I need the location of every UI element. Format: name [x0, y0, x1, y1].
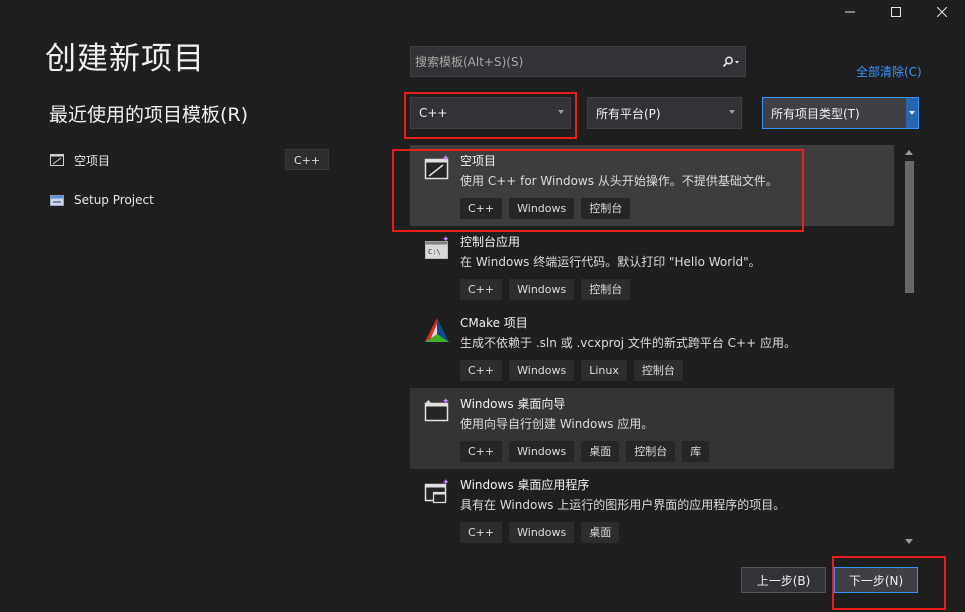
template-tag: 桌面: [581, 522, 620, 543]
project-type-filter-dropdown[interactable]: 所有项目类型(T): [762, 97, 919, 129]
console-app-icon: C:\ ✦: [423, 235, 451, 263]
svg-text:✦: ✦: [442, 154, 450, 164]
recent-item-label: Setup Project: [74, 193, 154, 207]
template-tag: 控制台: [581, 198, 631, 219]
template-name: Windows 桌面应用程序: [460, 478, 590, 492]
recent-item-label: 空项目: [74, 153, 111, 168]
template-tag: C++: [460, 360, 503, 381]
search-input[interactable]: [411, 54, 717, 69]
search-icon: [722, 56, 739, 67]
empty-project-icon: [49, 152, 65, 168]
clear-all-link[interactable]: 全部清除(C): [856, 63, 922, 80]
setup-project-icon: [49, 192, 65, 208]
svg-text:✦: ✦: [442, 397, 450, 407]
next-button[interactable]: 下一步(N): [834, 567, 918, 593]
chevron-down-icon: [729, 110, 735, 114]
language-filter-value: C++: [419, 106, 448, 120]
scroll-up-icon[interactable]: [905, 150, 913, 155]
template-tag: Linux: [581, 360, 627, 381]
template-tag: C++: [460, 279, 503, 300]
minimize-button[interactable]: [827, 0, 873, 24]
minimize-icon: [845, 11, 855, 13]
recent-item-tag: C++: [285, 149, 330, 170]
template-name: 控制台应用: [460, 235, 521, 249]
empty-project-icon: ✦: [423, 154, 451, 182]
project-type-filter-value: 所有项目类型(T): [771, 106, 860, 121]
template-item-desktop-wizard[interactable]: ✦ ✦ Windows 桌面向导 使用向导自行创建 Windows 应用。 C++…: [410, 388, 894, 469]
template-description: 具有在 Windows 上运行的图形用户界面的应用程序的项目。: [460, 498, 786, 512]
scrollbar-thumb[interactable]: [905, 161, 914, 293]
maximize-button[interactable]: [873, 0, 919, 24]
template-name: 空项目: [460, 154, 497, 168]
svg-text:✦: ✦: [425, 398, 432, 407]
template-description: 在 Windows 终端运行代码。默认打印 "Hello World"。: [460, 255, 761, 269]
template-item-empty-project[interactable]: ✦ 空项目 使用 C++ for Windows 从头开始操作。不提供基础文件。…: [410, 145, 894, 226]
page-title: 创建新项目: [45, 41, 205, 77]
recent-item-setup-project[interactable]: Setup Project: [49, 188, 329, 212]
template-item-cmake-project[interactable]: CMake 项目 生成不依赖于 .sln 或 .vcxproj 文件的新式跨平台…: [410, 307, 894, 388]
template-tag: Windows: [509, 522, 575, 543]
close-button[interactable]: [919, 0, 965, 24]
template-tag: C++: [460, 198, 503, 219]
window-controls: [827, 0, 965, 24]
svg-text:✦: ✦: [442, 478, 450, 488]
svg-text:✦: ✦: [442, 235, 450, 245]
template-tag: Windows: [509, 279, 575, 300]
cmake-icon: [423, 316, 451, 344]
desktop-wizard-icon: ✦ ✦: [423, 397, 451, 425]
template-tag: Windows: [509, 360, 575, 381]
recent-templates-list: 空项目 C++ Setup Project: [49, 148, 330, 228]
close-icon: [937, 7, 947, 17]
template-item-desktop-app[interactable]: ✦ Windows 桌面应用程序 具有在 Windows 上运行的图形用户界面的…: [410, 469, 894, 547]
template-description: 使用 C++ for Windows 从头开始操作。不提供基础文件。: [460, 174, 778, 188]
template-description: 使用向导自行创建 Windows 应用。: [460, 417, 654, 431]
template-tag: 控制台: [626, 441, 676, 462]
chevron-down-icon: [558, 110, 564, 114]
language-filter-dropdown[interactable]: C++: [410, 97, 571, 129]
scroll-down-icon[interactable]: [905, 539, 913, 544]
chevron-down-icon: [906, 98, 918, 128]
template-tag: 控制台: [633, 360, 683, 381]
recent-templates-title: 最近使用的项目模板(R): [49, 104, 249, 126]
template-list: ✦ 空项目 使用 C++ for Windows 从头开始操作。不提供基础文件。…: [410, 145, 894, 547]
back-button[interactable]: 上一步(B): [741, 567, 826, 593]
svg-text:C:\: C:\: [428, 248, 441, 256]
template-list-scrollbar[interactable]: [902, 145, 917, 549]
search-options-button[interactable]: [717, 47, 745, 76]
template-tags: C++ Windows 桌面: [460, 522, 894, 543]
desktop-app-icon: ✦: [423, 478, 451, 506]
template-tag: Windows: [509, 441, 575, 462]
template-name: CMake 项目: [460, 316, 528, 330]
template-search: [410, 46, 746, 77]
template-tag: 库: [682, 441, 710, 462]
template-tags: C++ Windows 控制台: [460, 279, 894, 300]
template-tag: 控制台: [581, 279, 631, 300]
template-tag: 桌面: [581, 441, 620, 462]
template-item-console-app[interactable]: C:\ ✦ 控制台应用 在 Windows 终端运行代码。默认打印 "Hello …: [410, 226, 894, 307]
maximize-icon: [891, 7, 901, 17]
template-description: 生成不依赖于 .sln 或 .vcxproj 文件的新式跨平台 C++ 应用。: [460, 336, 796, 350]
template-tags: C++ Windows Linux 控制台: [460, 360, 894, 381]
recent-item-empty-project[interactable]: 空项目 C++: [49, 148, 330, 172]
template-tag: Windows: [509, 198, 575, 219]
template-tags: C++ Windows 控制台: [460, 198, 894, 219]
template-tag: C++: [460, 441, 503, 462]
template-tags: C++ Windows 桌面 控制台 库: [460, 441, 894, 462]
template-name: Windows 桌面向导: [460, 397, 566, 411]
template-tag: C++: [460, 522, 503, 543]
platform-filter-value: 所有平台(P): [596, 106, 661, 121]
platform-filter-dropdown[interactable]: 所有平台(P): [587, 97, 742, 129]
